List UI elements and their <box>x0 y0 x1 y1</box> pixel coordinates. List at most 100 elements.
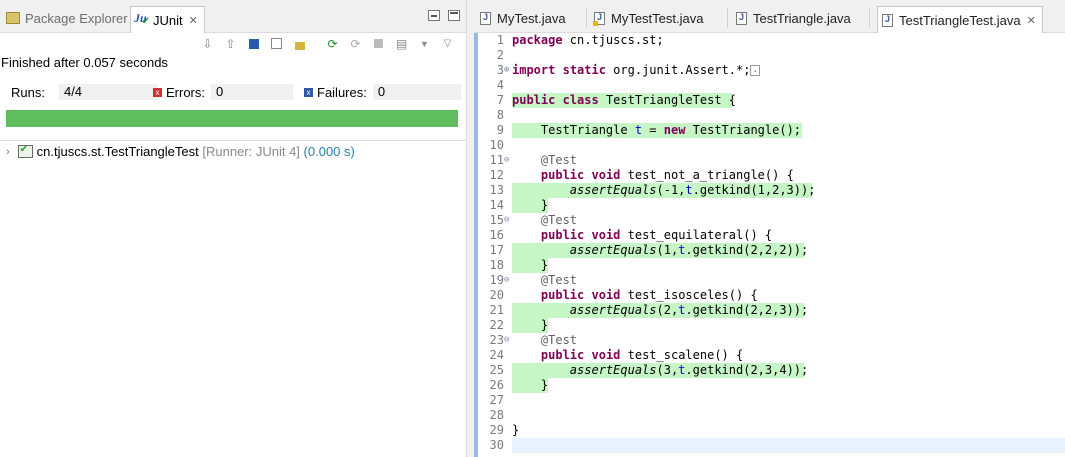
fold-icon[interactable]: ⊖ <box>504 153 509 168</box>
code-line[interactable]: 4 <box>478 78 1065 93</box>
lock-icon[interactable] <box>291 35 308 52</box>
code-editor: MyTest.java MyTestTest.java TestTriangle… <box>474 0 1065 457</box>
fold-icon[interactable]: ⊕ <box>504 63 509 78</box>
code-line[interactable]: 27 <box>478 393 1065 408</box>
tab-junit-label: JUnit <box>153 12 183 28</box>
code-line[interactable]: 21 assertEquals(2,t.getkind(2,2,3)); <box>478 303 1065 318</box>
tab-testtriangletest-java[interactable]: TestTriangleTest.java ✕ <box>877 6 1043 33</box>
code-line[interactable]: 9 TestTriangle t = new TestTriangle(); <box>478 123 1065 138</box>
code-line[interactable]: 7 public class TestTriangleTest { <box>478 93 1065 108</box>
code-line[interactable]: 15 ⊖ @Test <box>478 213 1065 228</box>
line-number: 8 <box>496 108 504 122</box>
java-file-warning-icon <box>593 11 605 26</box>
tab-package-explorer[interactable]: Package Explorer <box>6 6 128 30</box>
line-number: 20 <box>489 288 504 302</box>
code-line[interactable]: 24 public void test_scalene() { <box>478 348 1065 363</box>
code-text: } <box>512 378 549 392</box>
test-suite-icon <box>17 144 33 158</box>
status-text: Finished after 0.057 seconds <box>1 55 168 70</box>
code-text: public void test_scalene() { <box>540 348 744 362</box>
stop-icon[interactable] <box>370 35 387 52</box>
code-text: @Test <box>540 273 578 287</box>
line-number: 26 <box>489 378 504 392</box>
line-number: 1 <box>496 33 504 47</box>
test-tree-item[interactable]: › cn.tjuscs.st.TestTriangleTest [Runner:… <box>6 144 355 159</box>
current-line-highlight <box>512 438 1065 453</box>
maximize-button[interactable] <box>448 10 460 21</box>
scroll-lock-icon[interactable] <box>268 35 285 52</box>
show-failures-only-icon[interactable] <box>245 35 262 52</box>
junit-icon: Ju ✔ <box>134 11 150 27</box>
code-line[interactable]: 16 public void test_equilateral() { <box>478 228 1065 243</box>
line-number: 22 <box>489 318 504 332</box>
code-text: public class TestTriangleTest { <box>512 93 736 107</box>
junit-toolbar: ⇩ ⇧ ⟳ ⟳ ▤ ▼ ▽ <box>0 33 466 55</box>
code-text: TestTriangle t = new TestTriangle(); <box>512 123 802 137</box>
code-line[interactable]: 19 ⊖ @Test <box>478 273 1065 288</box>
line-number: 15 <box>489 213 504 227</box>
progress-bar-fill <box>6 110 458 127</box>
code-area[interactable]: 1 package cn.tjuscs.st; 2 3 ⊕ import static o… <box>478 33 1065 453</box>
code-line[interactable]: 18 } <box>478 258 1065 273</box>
code-line[interactable]: 17 assertEquals(1,t.getkind(2,2,2)); <box>478 243 1065 258</box>
line-number: 18 <box>489 258 504 272</box>
line-number: 30 <box>489 438 504 452</box>
editor-tab-bar: MyTest.java MyTestTest.java TestTriangle… <box>474 0 1065 33</box>
line-number: 19 <box>489 273 504 287</box>
rerun-test-icon[interactable]: ⟳ <box>324 35 341 52</box>
fold-icon[interactable]: ⊖ <box>504 273 509 288</box>
code-line[interactable]: 28 <box>478 408 1065 423</box>
close-icon[interactable]: ✕ <box>1027 14 1036 27</box>
code-line[interactable]: 29} <box>478 423 1065 438</box>
code-line[interactable]: 11 ⊖ @Test <box>478 153 1065 168</box>
test-history-icon[interactable]: ▤ <box>393 35 410 52</box>
view-menu-icon[interactable]: ▽ <box>439 35 456 52</box>
failures-value: 0 <box>372 84 461 100</box>
code-line[interactable]: 2 <box>478 48 1065 63</box>
view-tab-bar: Package Explorer Ju ✔ JUnit ✕ <box>0 0 466 33</box>
line-number: 29 <box>489 423 504 437</box>
panel-splitter[interactable] <box>466 0 474 457</box>
code-line[interactable]: 10 <box>478 138 1065 153</box>
package-explorer-icon <box>6 12 20 24</box>
code-line[interactable]: 20 public void test_isosceles() { <box>478 288 1065 303</box>
code-text: assertEquals(2,t.getkind(2,2,3)); <box>569 303 809 317</box>
tab-mytest-java[interactable]: MyTest.java <box>480 6 566 30</box>
code-line[interactable]: 30 <box>478 438 1065 453</box>
code-line[interactable]: 12 public void test_not_a_triangle() { <box>478 168 1065 183</box>
tab-mytest-java-label: MyTest.java <box>497 10 566 26</box>
code-line[interactable]: 1 package cn.tjuscs.st; <box>478 33 1065 48</box>
tab-package-explorer-label: Package Explorer <box>25 10 128 26</box>
test-time: (0.000 s) <box>303 144 355 159</box>
code-line[interactable]: 25 assertEquals(3,t.getkind(2,3,4)); <box>478 363 1065 378</box>
chevron-right-icon[interactable]: › <box>6 146 10 158</box>
code-line[interactable]: 13 assertEquals(-1,t.getkind(1,2,3)); <box>478 183 1065 198</box>
code-text: @Test <box>540 333 578 347</box>
runs-value: 4/4 <box>58 84 157 100</box>
tab-junit[interactable]: Ju ✔ JUnit ✕ <box>130 6 205 33</box>
code-text: public void test_equilateral() { <box>540 228 773 242</box>
rerun-failed-first-icon[interactable]: ⟳ <box>347 35 364 52</box>
next-failure-icon[interactable]: ⇩ <box>199 35 216 52</box>
code-line[interactable]: 3 ⊕ import static org.junit.Assert.*;. <box>478 63 1065 78</box>
code-text: public void test_isosceles() { <box>540 288 758 302</box>
fold-icon[interactable]: ⊖ <box>504 333 509 348</box>
code-line[interactable]: 26 } <box>478 378 1065 393</box>
minimize-button[interactable] <box>428 10 440 21</box>
java-file-icon <box>736 11 747 25</box>
line-number: 7 <box>496 93 504 107</box>
tab-mytesttest-java[interactable]: MyTestTest.java <box>593 6 704 30</box>
code-line[interactable]: 23 ⊖ @Test <box>478 333 1065 348</box>
line-number: 4 <box>496 78 504 92</box>
failures-counter: x Failures: 0 <box>304 84 461 100</box>
code-line[interactable]: 8 <box>478 108 1065 123</box>
close-icon[interactable]: ✕ <box>189 14 198 27</box>
tab-testtriangle-java[interactable]: TestTriangle.java <box>736 6 851 30</box>
previous-failure-icon[interactable]: ⇧ <box>222 35 239 52</box>
fold-icon[interactable]: ⊖ <box>504 213 509 228</box>
code-text: } <box>512 318 549 332</box>
tab-mytesttest-java-label: MyTestTest.java <box>611 10 704 26</box>
code-line[interactable]: 22 } <box>478 318 1065 333</box>
history-dropdown-icon[interactable]: ▼ <box>416 35 433 52</box>
code-line[interactable]: 14 } <box>478 198 1065 213</box>
